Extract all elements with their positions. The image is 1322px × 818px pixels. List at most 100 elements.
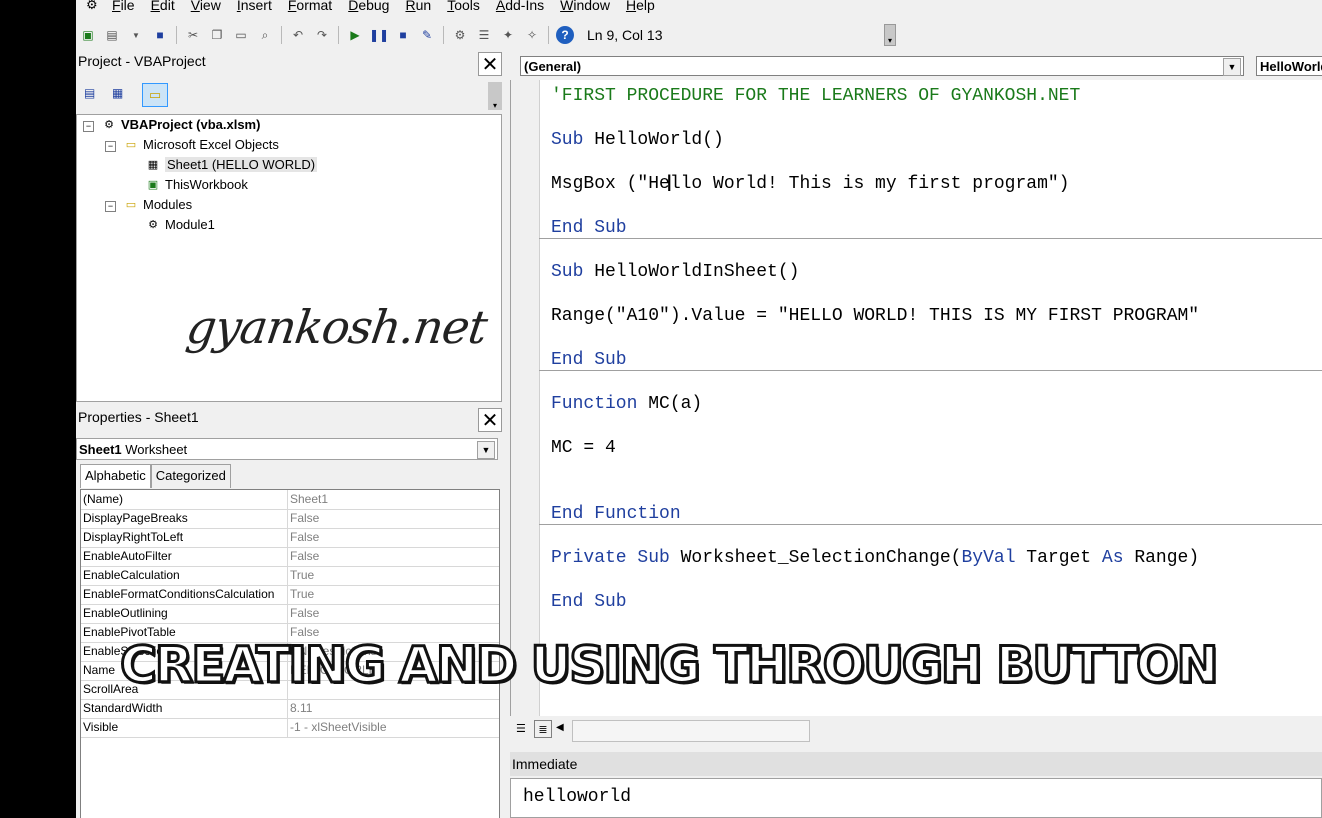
- menu-format[interactable]: Format: [288, 0, 332, 13]
- code-editor[interactable]: 'FIRST PROCEDURE FOR THE LEARNERS OF GYA…: [510, 80, 1322, 716]
- properties-window-icon[interactable]: ☰: [475, 26, 493, 44]
- property-row[interactable]: Visible -1 - xlSheetVisible: [81, 718, 499, 738]
- code-window-header: (General) ▼ HelloWorld: [510, 52, 1322, 78]
- code-line: Function MC(a): [551, 394, 703, 414]
- collapse-icon[interactable]: −: [105, 141, 116, 152]
- tree-node-thisworkbook[interactable]: ▣ ThisWorkbook: [145, 177, 248, 192]
- properties-object-select[interactable]: Sheet1 Worksheet ▼: [76, 438, 498, 460]
- collapse-icon[interactable]: −: [105, 201, 116, 212]
- menu-window[interactable]: Window: [560, 0, 610, 13]
- project-explorer-icon[interactable]: ⚙: [451, 26, 469, 44]
- separator: [281, 26, 282, 44]
- horizontal-scrollbar[interactable]: [572, 720, 810, 742]
- folder-icon: ▭: [125, 139, 137, 151]
- code-line: End Sub: [551, 218, 627, 238]
- menu-file[interactable]: File: [112, 0, 135, 13]
- cut-icon[interactable]: ✂: [184, 26, 202, 44]
- close-project-button[interactable]: ✕: [478, 52, 502, 76]
- chevron-down-icon[interactable]: ▼: [477, 441, 495, 459]
- procedure-separator: [539, 370, 1322, 371]
- menu-help[interactable]: Help: [626, 0, 655, 13]
- chevron-down-icon[interactable]: ▼: [127, 26, 145, 44]
- excel-icon[interactable]: ▣: [79, 26, 97, 44]
- property-row[interactable]: EnableAutoFilter False: [81, 547, 499, 567]
- property-row[interactable]: (Name) Sheet1: [81, 490, 499, 510]
- immediate-window[interactable]: helloworld: [510, 778, 1322, 818]
- undo-icon[interactable]: ↶: [289, 26, 307, 44]
- toolbar-overflow-icon[interactable]: ▾: [884, 24, 896, 46]
- code-window-footer: ☰ ≣ ◀: [510, 716, 1322, 744]
- project-icon: ⚙: [104, 119, 114, 131]
- insert-userform-icon[interactable]: ▤: [103, 26, 121, 44]
- overlay-caption: CREATING AND USING THROUGH BUTTON: [118, 635, 1219, 696]
- text-cursor-icon: I: [666, 172, 673, 197]
- property-row[interactable]: StandardWidth 8.11: [81, 699, 499, 719]
- menu-bar: ⚙ File Edit View Insert Format Debug Run…: [76, 0, 1322, 16]
- help-icon[interactable]: ?: [556, 26, 574, 44]
- project-tree: − ⚙ VBAProject (vba.xlsm) − ▭ Microsoft Ex…: [76, 114, 502, 402]
- save-icon[interactable]: ■: [151, 26, 169, 44]
- close-properties-button[interactable]: ✕: [478, 408, 502, 432]
- toolbox-icon[interactable]: ✧: [523, 26, 541, 44]
- find-icon[interactable]: ⌕: [256, 26, 274, 44]
- scroll-handle[interactable]: ▾: [488, 82, 502, 110]
- menu-debug[interactable]: Debug: [348, 0, 389, 13]
- code-line: End Sub: [551, 592, 627, 612]
- tree-node-sheet1[interactable]: ▦ Sheet1 (HELLO WORLD): [145, 157, 318, 172]
- menu-insert[interactable]: Insert: [237, 0, 272, 13]
- run-icon[interactable]: ▶: [346, 26, 364, 44]
- property-row[interactable]: EnableFormatConditionsCalculation True: [81, 585, 499, 605]
- separator: [443, 26, 444, 44]
- properties-tabs: Alphabetic Categorized: [80, 464, 231, 488]
- property-row[interactable]: EnableOutlining False: [81, 604, 499, 624]
- break-icon[interactable]: ❚❚: [369, 26, 389, 44]
- folder-icon: ▭: [125, 199, 137, 211]
- procedure-view-icon[interactable]: ☰: [516, 722, 530, 736]
- procedure-select[interactable]: HelloWorld: [1256, 56, 1322, 76]
- menu-run[interactable]: Run: [405, 0, 431, 13]
- project-panel-title: Project - VBAProject: [78, 53, 206, 69]
- collapse-icon[interactable]: −: [83, 121, 94, 132]
- menu-edit[interactable]: Edit: [151, 0, 175, 13]
- reset-icon[interactable]: ■: [394, 26, 412, 44]
- design-mode-icon[interactable]: ✎: [418, 26, 436, 44]
- separator: [176, 26, 177, 44]
- tree-node-modules[interactable]: ▭ Modules: [123, 197, 192, 212]
- menu-addins[interactable]: Add-Ins: [496, 0, 544, 13]
- separator: [548, 26, 549, 44]
- tab-alphabetic[interactable]: Alphabetic: [80, 464, 151, 488]
- procedure-separator: [539, 524, 1322, 525]
- property-row[interactable]: DisplayRightToLeft False: [81, 528, 499, 548]
- code-line: MsgBox ("Hello World! This is my first p…: [551, 174, 1070, 194]
- procedure-separator: [539, 238, 1322, 239]
- toggle-folders-icon[interactable]: ▭: [142, 83, 168, 107]
- view-code-icon[interactable]: ▤: [84, 86, 102, 102]
- tree-node-excel-objects[interactable]: ▭ Microsoft Excel Objects: [123, 137, 279, 152]
- worksheet-icon: ▦: [147, 159, 159, 171]
- scroll-left-icon[interactable]: ◀: [556, 722, 568, 736]
- cursor-position: Ln 9, Col 13: [587, 27, 663, 43]
- project-toolbar: ▤ ▦ ▭ ▾: [76, 82, 502, 110]
- menu-view[interactable]: View: [191, 0, 221, 13]
- module-icon: ⚙: [148, 219, 158, 231]
- full-module-view-icon[interactable]: ≣: [534, 720, 552, 738]
- code-gutter: [511, 80, 540, 716]
- copy-icon[interactable]: ❐: [208, 26, 226, 44]
- redo-icon[interactable]: ↷: [313, 26, 331, 44]
- code-line: Sub HelloWorld(): [551, 130, 724, 150]
- properties-panel-title: Properties - Sheet1: [78, 409, 199, 425]
- tree-node-module1[interactable]: ⚙ Module1: [145, 217, 215, 232]
- chevron-down-icon[interactable]: ▼: [1223, 58, 1241, 76]
- code-line: Sub HelloWorldInSheet(): [551, 262, 800, 282]
- watermark-logo: gyankosh.net: [183, 300, 491, 354]
- paste-icon[interactable]: ▭: [232, 26, 250, 44]
- object-browser-icon[interactable]: ✦: [499, 26, 517, 44]
- tree-node-vbaproject[interactable]: ⚙ VBAProject (vba.xlsm): [101, 117, 260, 132]
- property-row[interactable]: EnableCalculation True: [81, 566, 499, 586]
- view-object-icon[interactable]: ▦: [112, 86, 130, 102]
- vba-app-icon[interactable]: ⚙: [86, 0, 106, 13]
- object-select[interactable]: (General) ▼: [520, 56, 1244, 76]
- property-row[interactable]: DisplayPageBreaks False: [81, 509, 499, 529]
- menu-tools[interactable]: Tools: [447, 0, 480, 13]
- tab-categorized[interactable]: Categorized: [150, 464, 231, 488]
